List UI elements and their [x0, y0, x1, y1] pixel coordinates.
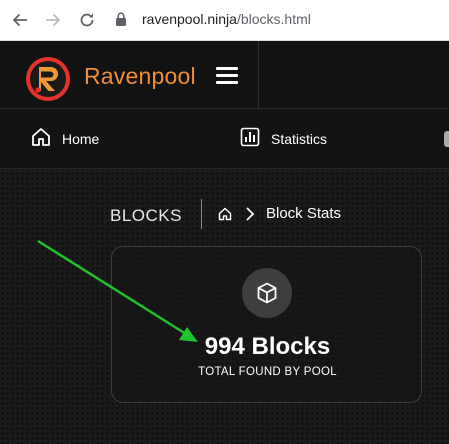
annotation-arrow	[37, 239, 198, 342]
